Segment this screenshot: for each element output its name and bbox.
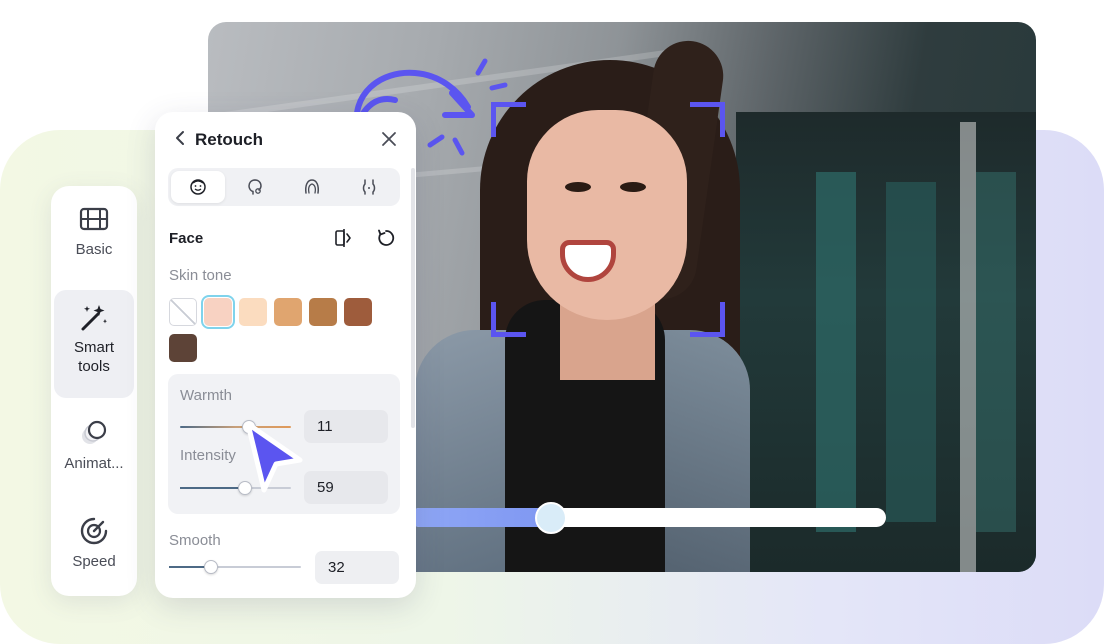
nav-label: Animat... bbox=[64, 455, 124, 472]
background-window bbox=[886, 182, 936, 522]
tab-face[interactable] bbox=[171, 171, 225, 203]
compare-icon[interactable] bbox=[333, 228, 353, 248]
face-tab-icon bbox=[190, 179, 206, 195]
warmth-value-input[interactable]: 11 bbox=[304, 410, 388, 443]
intensity-slider-fill bbox=[180, 487, 246, 489]
face-frame-corner bbox=[690, 302, 725, 337]
skin-tone-swatch[interactable] bbox=[309, 298, 337, 326]
person-eye bbox=[620, 182, 646, 192]
section-title: Face bbox=[169, 230, 204, 247]
background-window bbox=[976, 172, 1016, 532]
intensity-value-input[interactable]: 59 bbox=[304, 471, 388, 504]
chevron-left-icon[interactable] bbox=[171, 129, 189, 147]
panel-title: Retouch bbox=[195, 130, 263, 149]
smooth-slider-thumb[interactable] bbox=[204, 560, 219, 574]
head-tab-icon bbox=[248, 179, 262, 195]
background-window bbox=[816, 172, 856, 532]
tab-head[interactable] bbox=[228, 171, 282, 203]
smooth-slider-track[interactable] bbox=[169, 566, 301, 568]
preview-slider-track[interactable] bbox=[410, 508, 886, 527]
hair-tab-icon bbox=[305, 179, 319, 194]
nav-label: Basic bbox=[75, 241, 113, 258]
film-icon bbox=[79, 207, 109, 231]
nav-item-animation[interactable]: Animat... bbox=[54, 418, 134, 490]
preview-slider-thumb[interactable] bbox=[535, 502, 567, 534]
face-frame-corner bbox=[690, 102, 725, 137]
person-eye bbox=[565, 182, 591, 192]
retouch-tabs bbox=[168, 168, 400, 206]
nav-item-speed[interactable]: Speed bbox=[54, 516, 134, 588]
smooth-label: Smooth bbox=[169, 532, 221, 549]
skin-tone-swatch-none[interactable] bbox=[169, 298, 197, 326]
nav-item-smart-tools[interactable]: Smart tools bbox=[54, 290, 134, 398]
circles-icon bbox=[82, 420, 107, 444]
person-face bbox=[527, 110, 687, 320]
body-tab-icon bbox=[362, 179, 376, 195]
panel-header: Retouch bbox=[155, 112, 416, 164]
skin-tone-label: Skin tone bbox=[169, 267, 232, 284]
nav-label: tools bbox=[78, 358, 110, 375]
nav-item-basic[interactable]: Basic bbox=[54, 204, 134, 276]
retouch-panel: Retouch Face Skin tone Warmth 11 Intensi… bbox=[155, 112, 416, 598]
smooth-value-input[interactable]: 32 bbox=[315, 551, 399, 584]
skin-tone-swatch[interactable] bbox=[201, 295, 235, 329]
nav-label: Smart bbox=[73, 339, 114, 356]
warmth-label: Warmth bbox=[180, 387, 232, 404]
preview-slider-fill bbox=[410, 508, 553, 527]
close-icon[interactable] bbox=[381, 131, 397, 147]
panel-scrollbar[interactable] bbox=[411, 168, 415, 428]
skin-tone-swatch[interactable] bbox=[344, 298, 372, 326]
face-frame-corner bbox=[491, 302, 526, 337]
nav-label: Speed bbox=[72, 553, 116, 570]
reset-icon[interactable] bbox=[376, 228, 396, 248]
magic-wand-icon bbox=[81, 305, 107, 331]
speedometer-icon bbox=[80, 517, 108, 545]
skin-tone-swatch[interactable] bbox=[274, 298, 302, 326]
skin-tone-swatch[interactable] bbox=[169, 334, 197, 362]
tab-body[interactable] bbox=[342, 171, 396, 203]
skin-tone-swatch[interactable] bbox=[239, 298, 267, 326]
pointer-cursor-icon bbox=[245, 421, 303, 493]
background-pillar bbox=[960, 122, 976, 572]
left-toolbar: Basic Smart tools Animat... Speed bbox=[51, 186, 137, 596]
tab-hair[interactable] bbox=[285, 171, 339, 203]
intensity-label: Intensity bbox=[180, 447, 236, 464]
